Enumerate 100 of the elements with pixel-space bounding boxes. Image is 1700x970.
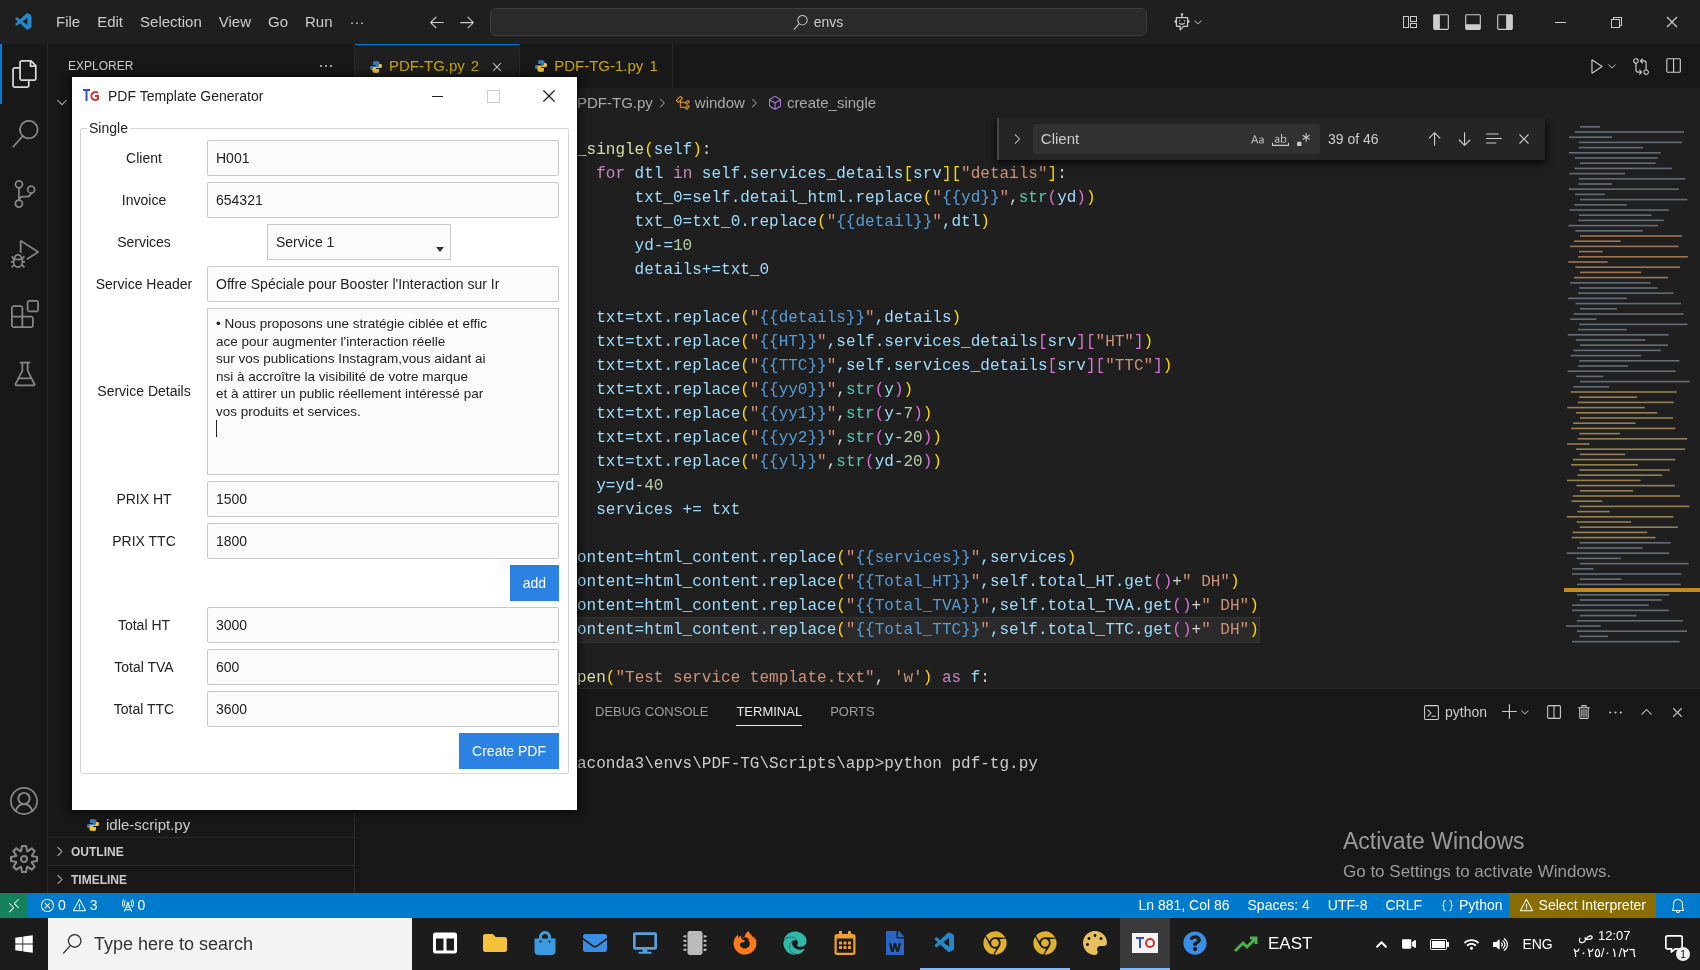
sidebar-toggle-icon[interactable] [1432, 13, 1450, 31]
split-editor-icon[interactable] [1664, 57, 1682, 75]
weather-widget[interactable]: EAST [1234, 931, 1313, 957]
action-button[interactable]: add [509, 565, 559, 601]
panel-tab[interactable]: PORTS [830, 697, 875, 727]
python-file-icon [86, 818, 100, 832]
wifi-icon[interactable] [1464, 936, 1480, 952]
dropdown[interactable]: Service 1 [267, 224, 451, 260]
panel-toggle-icon[interactable] [1464, 13, 1482, 31]
menu-item[interactable]: Go [260, 7, 296, 37]
status-item[interactable]: UTF-8 [1327, 895, 1368, 916]
field-label: Total HT [116, 615, 172, 635]
search-icon [792, 14, 808, 30]
menu-item[interactable]: View [210, 7, 259, 37]
action-button[interactable]: Create PDF [459, 733, 559, 769]
input-field[interactable]: 3600 [207, 691, 559, 727]
code-line: for dtl in self.services_details[srv]["details"]: [595, 164, 1067, 185]
layout-icon[interactable] [1402, 14, 1418, 30]
volume-icon[interactable] [1493, 936, 1509, 952]
problems-indicator[interactable]: 0 3 [40, 895, 98, 916]
status-item[interactable]: CRLF [1385, 895, 1422, 916]
section-header[interactable]: OUTLINE [48, 837, 354, 865]
input-field[interactable]: 1800 [207, 523, 559, 559]
terminal-selector[interactable]: python [1422, 701, 1487, 723]
panel-tab[interactable]: TERMINAL [736, 697, 803, 727]
class-icon [674, 95, 691, 111]
ports-indicator[interactable]: 0 [119, 895, 146, 916]
code-line: txt=txt.replace("{{HT}}",self.services_details[srv]["HT"]) [595, 332, 1154, 353]
code-line: ontent=html_content.replace("{{services}}",services) [577, 548, 1077, 569]
search-icon [62, 934, 82, 954]
field-label: PRIX HT [115, 489, 173, 509]
menu-item[interactable]: ··· [341, 7, 373, 37]
status-item[interactable]: Ln 881, Col 86 [1138, 895, 1230, 916]
code-line: ontent=html_content.replace("{{Total_TVA}}",self.total_TVA.get()+" DH") [577, 596, 1259, 617]
warning-icon [1518, 898, 1534, 913]
account-icon[interactable] [9, 787, 38, 815]
language-mode[interactable]: Python [1440, 895, 1503, 916]
bell-icon[interactable] [1670, 897, 1686, 914]
input-field[interactable]: 600 [207, 649, 559, 685]
clock[interactable]: 12:07 ص ٢٠٢٥/٠١/٢٦ [1566, 927, 1642, 961]
field-label: PRIX TTC [111, 531, 177, 551]
sidebar-title: EXPLORER [68, 58, 134, 75]
code-line: y=yd-40 [595, 476, 664, 497]
interpreter-button[interactable]: Select Interpreter [1508, 893, 1656, 918]
activation-title: Activate Windows [1343, 827, 1526, 856]
window-title: PDF Template Generator [108, 86, 264, 106]
trash-icon[interactable] [1576, 703, 1593, 721]
terminal-icon [1422, 703, 1440, 721]
breadcrumb-item[interactable]: window [694, 91, 745, 115]
search-text: envs [813, 12, 844, 32]
explorer-entry[interactable]: idle-script.py [48, 813, 354, 837]
input-language[interactable]: ENG [1522, 933, 1553, 955]
input-field[interactable]: 1500 [207, 481, 559, 517]
input-field[interactable]: Offre Spéciale pour Booster l'Interaction sur Ir [207, 266, 559, 302]
sidebar-right-toggle-icon[interactable] [1496, 13, 1514, 31]
warning-icon [71, 898, 87, 913]
field-label: Client [125, 148, 163, 168]
taskbar-search-field[interactable]: Type here to search [48, 918, 412, 970]
split-terminal-icon[interactable] [1545, 703, 1562, 721]
input-field[interactable]: 654321 [207, 182, 559, 218]
app-icon [1131, 932, 1159, 954]
taskbar-app[interactable] [1120, 918, 1170, 970]
menu-item[interactable]: Run [297, 7, 341, 37]
input-field[interactable]: H001 [207, 140, 559, 176]
breadcrumb-item[interactable]: create_single [786, 91, 877, 115]
battery-icon[interactable] [1430, 938, 1451, 950]
add-terminal-icon[interactable] [1501, 703, 1519, 721]
field-label: Total TVA [113, 657, 175, 677]
antenna-icon [119, 898, 135, 913]
close-icon[interactable] [540, 87, 558, 105]
notification-icon[interactable] [1665, 935, 1683, 953]
restore-icon[interactable] [1608, 14, 1624, 30]
code-line: txt=txt.replace("{{yl}}",str(yd-20)) [595, 452, 942, 473]
code-line: txt=txt.replace("{{details}}",details) [595, 308, 962, 329]
remote-button[interactable] [0, 893, 28, 918]
breadcrumb-item[interactable]: PDF-TG.py [577, 91, 653, 115]
field-label: Service Details [96, 382, 192, 401]
terminal-line: aconda3\envs\PDF-TG\Scripts\app>python pdf-tg.py [576, 754, 1039, 775]
trend-arrow-icon [1234, 935, 1260, 953]
braces-icon [1440, 898, 1455, 913]
dropdown-arrow-icon [436, 247, 444, 252]
code-line: txt_0=txt_0.replace("{{detail}}",dtl) [633, 212, 990, 233]
close-icon[interactable] [1664, 14, 1680, 30]
compare-icon[interactable] [1632, 57, 1650, 75]
regex-icon[interactable] [1294, 130, 1312, 148]
menu-item[interactable]: Selection [132, 7, 210, 37]
text-area[interactable]: • Nous proposons une stratégie ciblée et effic ace pour augmenter l'interaction réelle sur vos publications Instagram,vous aidant ai nsi à accroître la visibilité de votre marque et à attirer un public réellement intéressé par vos produits et services. [207, 308, 559, 475]
status-item[interactable]: Spaces: 4 [1247, 895, 1310, 916]
menu-item[interactable]: Edit [89, 7, 132, 37]
cube-icon [766, 95, 783, 111]
find-input[interactable]: Client [1032, 124, 1320, 154]
field-label: Service Header [94, 274, 194, 294]
panel-tab[interactable]: DEBUG CONSOLE [595, 697, 709, 727]
code-line: yd-=10 [633, 236, 693, 257]
menu-item[interactable]: File [48, 7, 89, 37]
input-field[interactable]: 3000 [207, 607, 559, 643]
camera-icon[interactable] [1402, 937, 1417, 951]
start-icon[interactable] [14, 934, 34, 954]
command-search-field[interactable]: envs [489, 8, 1147, 36]
settings-icon[interactable] [9, 845, 38, 873]
